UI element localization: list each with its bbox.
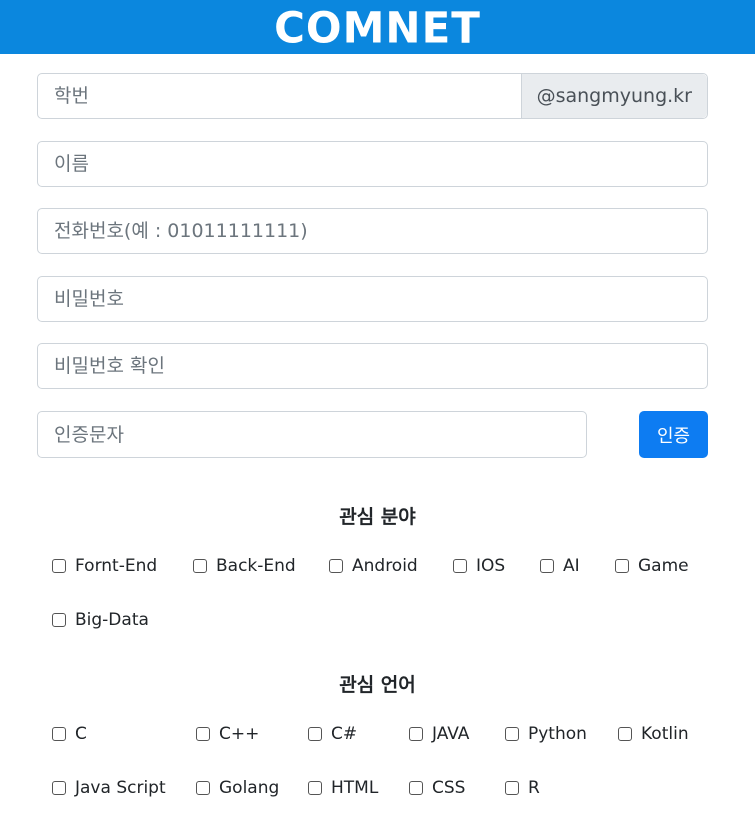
checkbox-label: Big-Data: [75, 610, 149, 630]
checkbox-label: IOS: [476, 556, 506, 576]
password-group: [37, 276, 708, 322]
checkbox-label: Back-End: [216, 556, 296, 576]
checkbox-label: Java Script: [75, 778, 166, 798]
checkbox-box[interactable]: [453, 559, 467, 573]
phone-input[interactable]: [38, 209, 707, 253]
checkbox-box[interactable]: [618, 727, 632, 741]
email-domain-suffix: @sangmyung.kr: [520, 74, 707, 118]
checkbox-label: C: [75, 724, 87, 744]
checkbox-label: C#: [331, 724, 358, 744]
checkbox-label: CSS: [432, 778, 466, 798]
checkbox-box[interactable]: [52, 559, 66, 573]
checkbox-label: Android: [352, 556, 418, 576]
password-input[interactable]: [38, 277, 707, 321]
language-checkbox-javascript[interactable]: Java Script: [52, 778, 166, 798]
checkbox-box[interactable]: [615, 559, 629, 573]
checkbox-box[interactable]: [308, 781, 322, 795]
checkbox-label: JAVA: [432, 724, 470, 744]
checkbox-label: Python: [528, 724, 587, 744]
interest-checkbox-game[interactable]: Game: [615, 556, 689, 576]
interest-checkbox-backend[interactable]: Back-End: [193, 556, 296, 576]
checkbox-label: Game: [638, 556, 689, 576]
language-checkbox-css[interactable]: CSS: [409, 778, 465, 798]
checkbox-box[interactable]: [409, 781, 423, 795]
checkbox-label: Golang: [219, 778, 280, 798]
password-confirm-group: [37, 343, 708, 389]
interests-title: 관심 분야: [339, 506, 416, 528]
name-input[interactable]: [38, 142, 707, 186]
checkbox-label: R: [528, 778, 540, 798]
language-checkbox-r[interactable]: R: [505, 778, 540, 798]
interest-checkbox-ios[interactable]: IOS: [453, 556, 505, 576]
app-header: COMNET: [0, 0, 755, 54]
language-checkbox-csharp[interactable]: C#: [308, 724, 357, 744]
language-checkbox-java[interactable]: JAVA: [409, 724, 469, 744]
checkbox-label: Fornt-End: [75, 556, 158, 576]
brand-logo: COMNET: [274, 2, 481, 52]
languages-title: 관심 언어: [339, 674, 416, 696]
checkbox-box[interactable]: [505, 781, 519, 795]
language-checkbox-python[interactable]: Python: [505, 724, 587, 744]
interest-checkbox-frontend[interactable]: Fornt-End: [52, 556, 157, 576]
checkbox-box[interactable]: [52, 727, 66, 741]
language-checkbox-cpp[interactable]: C++: [196, 724, 259, 744]
verification-code-input[interactable]: [38, 412, 586, 457]
language-checkbox-c[interactable]: C: [52, 724, 87, 744]
checkbox-box[interactable]: [505, 727, 519, 741]
interest-checkbox-bigdata[interactable]: Big-Data: [52, 610, 149, 630]
checkbox-label: Kotlin: [641, 724, 689, 744]
checkbox-label: C++: [219, 724, 260, 744]
checkbox-box[interactable]: [52, 613, 66, 627]
verify-button[interactable]: 인증: [639, 411, 708, 458]
checkbox-box[interactable]: [193, 559, 207, 573]
checkbox-box[interactable]: [329, 559, 343, 573]
checkbox-box[interactable]: [308, 727, 322, 741]
checkbox-box[interactable]: [196, 727, 210, 741]
language-checkbox-html[interactable]: HTML: [308, 778, 378, 798]
language-checkbox-kotlin[interactable]: Kotlin: [618, 724, 689, 744]
checkbox-label: AI: [563, 556, 580, 576]
interest-checkbox-ai[interactable]: AI: [540, 556, 580, 576]
checkbox-box[interactable]: [409, 727, 423, 741]
password-confirm-input[interactable]: [38, 344, 707, 388]
checkbox-box[interactable]: [540, 559, 554, 573]
phone-group: [37, 208, 708, 254]
checkbox-box[interactable]: [52, 781, 66, 795]
checkbox-box[interactable]: [196, 781, 210, 795]
checkbox-label: HTML: [331, 778, 379, 798]
student-id-input[interactable]: [38, 74, 521, 118]
student-id-group: @sangmyung.kr: [37, 73, 708, 119]
name-group: [37, 141, 708, 187]
verification-group: [37, 411, 587, 458]
language-checkbox-golang[interactable]: Golang: [196, 778, 279, 798]
interest-checkbox-android[interactable]: Android: [329, 556, 418, 576]
